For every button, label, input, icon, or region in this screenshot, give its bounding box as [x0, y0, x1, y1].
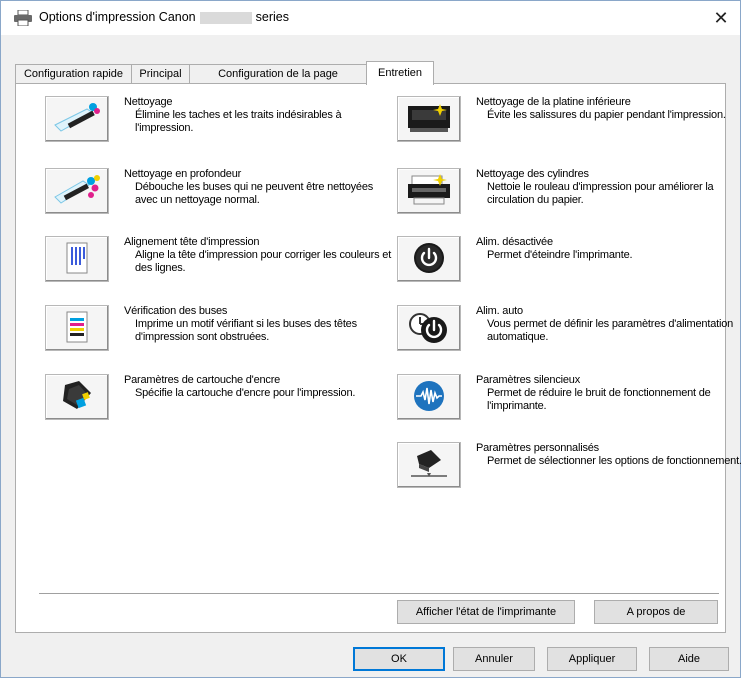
title-suffix: series [255, 10, 289, 24]
cleaning-desc: Élimine les taches et les traits indésir… [135, 109, 342, 134]
custom-settings-title: Paramètres personnalisés [476, 442, 599, 454]
tab-page-setup[interactable]: Configuration de la page [189, 64, 367, 84]
print-head-alignment-icon [64, 242, 90, 277]
custom-settings-button[interactable] [397, 442, 461, 488]
power-off-button[interactable] [397, 236, 461, 282]
power-off-icon [413, 242, 445, 277]
close-button[interactable]: ✕ [708, 5, 734, 31]
power-off-title: Alim. désactivée [476, 236, 553, 248]
quiet-settings-button[interactable] [397, 374, 461, 420]
bottom-plate-cleaning-icon [406, 100, 452, 139]
roller-cleaning-desc: Nettoie le rouleau d'impression pour amé… [487, 181, 714, 206]
cancel-button[interactable]: Annuler [453, 647, 535, 671]
bottom-plate-cleaning-title: Nettoyage de la platine inférieure [476, 96, 631, 108]
print-options-window: Options d'impression Canon series ✕ Confi… [0, 0, 741, 678]
tab-main[interactable]: Principal [131, 64, 190, 84]
custom-settings-icon [407, 446, 451, 485]
ink-cartridge-desc: Spécifie la cartouche d'encre pour l'imp… [135, 387, 356, 399]
ink-cartridge-icon [59, 379, 95, 416]
window-title: Options d'impression Canon series [39, 10, 289, 24]
deep-cleaning-icon [53, 173, 101, 210]
custom-settings-desc: Permet de sélectionner les options de fo… [487, 455, 741, 467]
print-head-alignment-button[interactable] [45, 236, 109, 282]
printer-status-button[interactable]: Afficher l'état de l'imprimante [397, 600, 575, 624]
roller-cleaning-button[interactable] [397, 168, 461, 214]
close-icon: ✕ [713, 8, 729, 28]
power-off-desc: Permet d'éteindre l'imprimante. [487, 249, 633, 261]
title-prefix: Options d'impression Canon [39, 10, 196, 24]
quiet-settings-icon [413, 380, 445, 415]
auto-power-icon [408, 310, 450, 347]
auto-power-title: Alim. auto [476, 305, 523, 317]
deep-cleaning-desc: Débouche les buses qui ne peuvent être n… [135, 181, 374, 206]
quiet-settings-title: Paramètres silencieux [476, 374, 581, 386]
cleaning-title: Nettoyage [124, 96, 173, 108]
redacted-model-name [199, 11, 252, 24]
roller-cleaning-icon [406, 172, 452, 211]
roller-cleaning-title: Nettoyage des cylindres [476, 168, 589, 180]
cleaning-icon [53, 101, 101, 138]
nozzle-check-button[interactable] [45, 305, 109, 351]
quiet-settings-desc: Permet de réduire le bruit de fonctionne… [487, 387, 711, 412]
nozzle-check-desc: Imprime un motif vérifiant si les buses … [135, 318, 357, 343]
print-head-alignment-title: Alignement tête d'impression [124, 236, 260, 248]
auto-power-button[interactable] [397, 305, 461, 351]
nozzle-check-icon [64, 311, 90, 346]
auto-power-desc: Vous permet de définir les paramètres d'… [487, 318, 734, 343]
nozzle-check-title: Vérification des buses [124, 305, 228, 317]
title-bar: Options d'impression Canon series ✕ [1, 1, 740, 35]
help-button[interactable]: Aide [649, 647, 729, 671]
deep-cleaning-title: Nettoyage en profondeur [124, 168, 242, 180]
print-head-alignment-desc: Aligne la tête d'impression pour corrige… [135, 249, 392, 274]
deep-cleaning-button[interactable] [45, 168, 109, 214]
cleaning-button[interactable] [45, 96, 109, 142]
apply-button[interactable]: Appliquer [547, 647, 637, 671]
bottom-plate-cleaning-desc: Évite les salissures du papier pendant l… [487, 109, 726, 121]
tab-quick-setup[interactable]: Configuration rapide [15, 64, 132, 84]
maintenance-panel: Nettoyage Élimine les taches et les trai… [15, 83, 741, 633]
ok-button[interactable]: OK [353, 647, 445, 671]
bottom-plate-cleaning-button[interactable] [397, 96, 461, 142]
divider [39, 593, 719, 595]
printer-icon [13, 9, 33, 27]
tab-maintenance[interactable]: Entretien [366, 61, 434, 85]
ink-cartridge-title: Paramètres de cartouche d'encre [124, 374, 281, 386]
about-button[interactable]: A propos de [594, 600, 718, 624]
ink-cartridge-button[interactable] [45, 374, 109, 420]
